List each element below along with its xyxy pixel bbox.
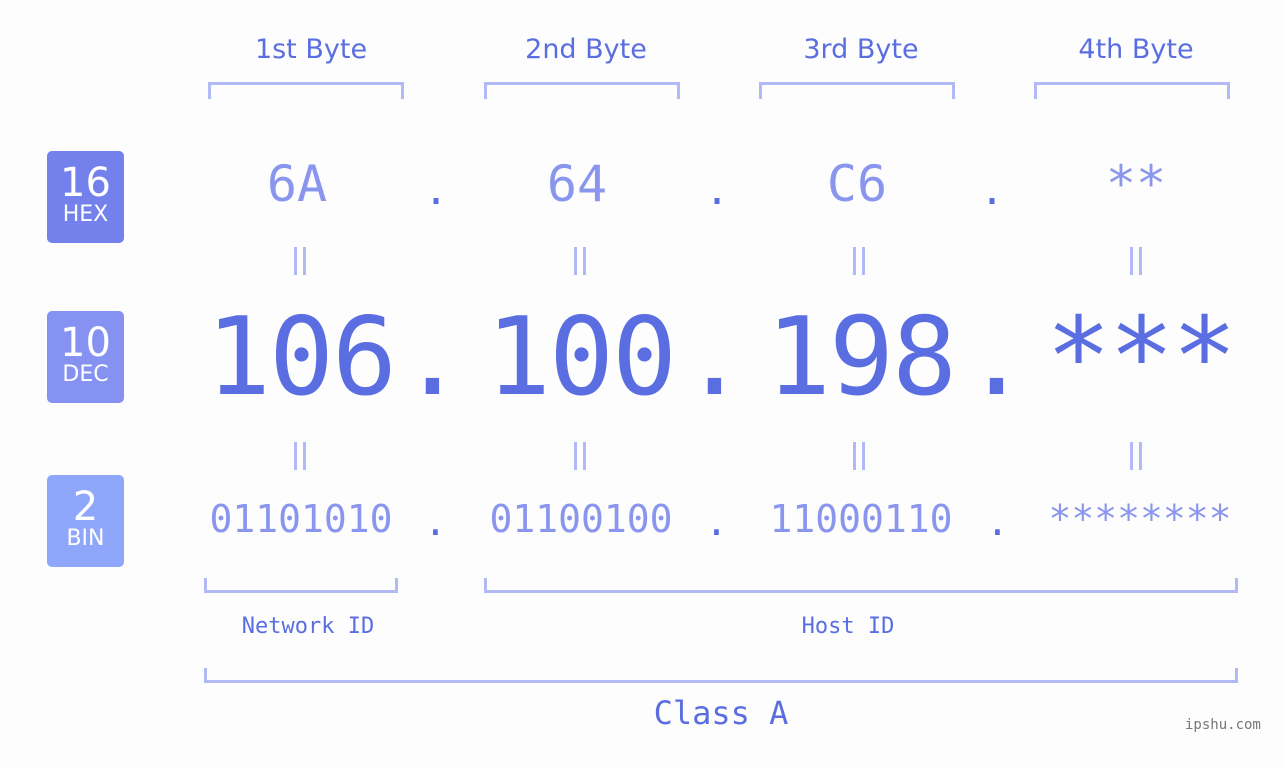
dec-separator: . — [400, 295, 465, 420]
dec-byte-2: 100 — [486, 295, 677, 420]
bin-separator: . — [424, 500, 447, 544]
equals-icon — [849, 247, 869, 279]
equals-icon — [1126, 247, 1146, 279]
bin-badge: 2 BIN — [47, 475, 124, 567]
dec-separator: . — [682, 295, 747, 420]
host-id-label: Host ID — [801, 614, 895, 639]
dec-byte-3: 198 — [766, 295, 957, 420]
hex-separator: . — [980, 168, 1005, 214]
dec-badge-label: DEC — [62, 362, 109, 387]
host-id-bracket — [484, 578, 1238, 593]
class-label: Class A — [653, 694, 789, 732]
byte-bracket-3 — [759, 82, 955, 99]
equals-icon — [1126, 442, 1146, 474]
bin-badge-base: 2 — [72, 484, 99, 530]
hex-separator: . — [424, 168, 449, 214]
bin-badge-label: BIN — [66, 526, 105, 551]
hex-badge-base: 16 — [60, 160, 111, 206]
byte-bracket-1 — [208, 82, 404, 99]
watermark: ipshu.com — [1185, 717, 1261, 733]
hex-byte-2: 64 — [546, 155, 608, 213]
dec-byte-4: *** — [1046, 295, 1237, 420]
byte-header-2: 2nd Byte — [525, 34, 647, 65]
bin-byte-2: 01100100 — [489, 497, 673, 541]
class-bracket — [204, 668, 1238, 683]
byte-header-3: 3rd Byte — [803, 34, 919, 65]
equals-icon — [290, 442, 310, 474]
bin-separator: . — [705, 500, 728, 544]
network-id-bracket — [204, 578, 398, 593]
byte-bracket-4 — [1034, 82, 1230, 99]
network-id-label: Network ID — [241, 614, 375, 639]
hex-badge: 16 HEX — [47, 151, 124, 243]
hex-byte-3: C6 — [826, 155, 888, 213]
equals-icon — [290, 247, 310, 279]
bin-byte-1: 01101010 — [209, 497, 393, 541]
hex-badge-label: HEX — [62, 202, 109, 227]
dec-byte-1: 106 — [206, 295, 397, 420]
byte-header-4: 4th Byte — [1078, 34, 1194, 65]
equals-icon — [849, 442, 869, 474]
dec-separator: . — [964, 295, 1029, 420]
equals-icon — [570, 247, 590, 279]
hex-separator: . — [705, 168, 730, 214]
byte-header-1: 1st Byte — [254, 34, 368, 65]
bin-byte-4: ******** — [1048, 497, 1232, 541]
byte-bracket-2 — [484, 82, 680, 99]
dec-badge-base: 10 — [60, 320, 111, 366]
hex-byte-4: ** — [1105, 155, 1167, 213]
bin-separator: . — [986, 500, 1009, 544]
hex-byte-1: 6A — [266, 155, 328, 213]
bin-byte-3: 11000110 — [769, 497, 953, 541]
dec-badge: 10 DEC — [47, 311, 124, 403]
equals-icon — [570, 442, 590, 474]
